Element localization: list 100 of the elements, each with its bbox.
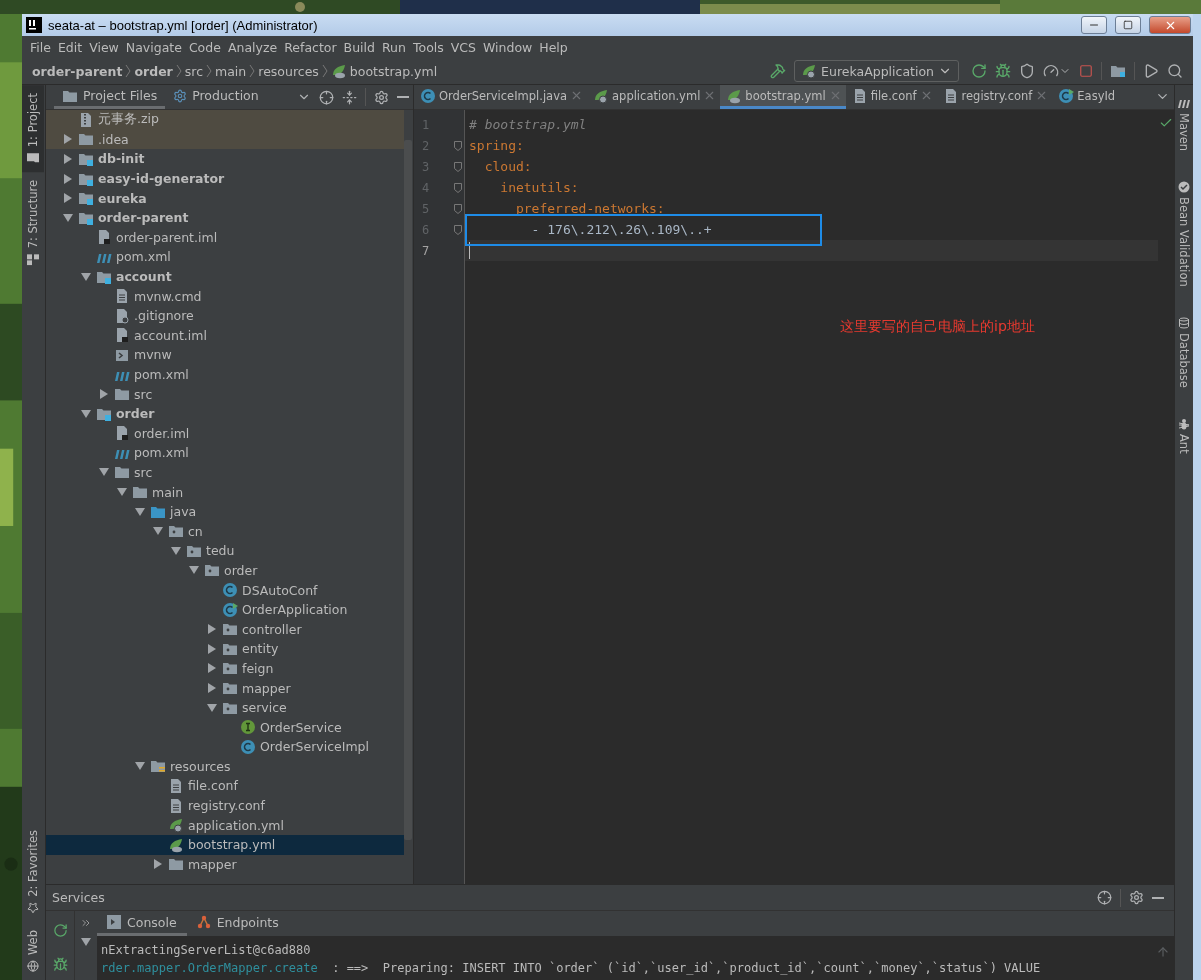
- view-tab[interactable]: Production: [165, 85, 267, 109]
- editor-tab[interactable]: OrderServiceImpl.java: [414, 85, 588, 109]
- breadcrumb[interactable]: src: [184, 63, 204, 79]
- module-file-icon: [114, 327, 130, 344]
- tree-item[interactable]: feign: [46, 658, 404, 679]
- tree-item[interactable]: OrderServiceImpl: [46, 737, 404, 757]
- menu-item[interactable]: View: [87, 39, 124, 55]
- console-tab[interactable]: Endpoints: [186, 911, 289, 936]
- class-icon: [222, 582, 238, 599]
- bug-icon: [995, 63, 1011, 79]
- tool-window-tab[interactable]: Web: [22, 921, 44, 980]
- crosshair-icon: [319, 89, 334, 105]
- tree-item[interactable]: src: [46, 462, 404, 483]
- tool-window-tab[interactable]: Database: [1175, 308, 1193, 396]
- menu-item[interactable]: Help: [537, 39, 573, 55]
- tree-item[interactable]: pom.xml: [46, 443, 404, 463]
- menu-item[interactable]: Analyze: [225, 39, 283, 55]
- tree-item[interactable]: mapper: [46, 854, 404, 875]
- breadcrumb[interactable]: order-parent: [32, 63, 123, 79]
- editor-tab[interactable]: application.yml: [587, 85, 721, 109]
- menu-item[interactable]: VCS: [448, 39, 481, 55]
- breadcrumb[interactable]: main: [215, 63, 247, 79]
- play-icon: [1143, 63, 1159, 79]
- stop-icon: [1079, 64, 1093, 78]
- tool-window-tab[interactable]: Maven: [1175, 89, 1193, 160]
- scrollbar[interactable]: [404, 140, 412, 840]
- tree-item[interactable]: 元事务.zip: [46, 110, 404, 130]
- interface-icon: [240, 719, 256, 736]
- tree-item[interactable]: order.iml: [46, 423, 404, 444]
- tree-item[interactable]: order-parent: [46, 207, 404, 228]
- tree-item[interactable]: order-parent.iml: [46, 227, 404, 248]
- tree-item[interactable]: service: [46, 697, 404, 718]
- module-folder-icon: [78, 151, 94, 167]
- text-file-icon: [168, 778, 184, 794]
- tree-item[interactable]: resources: [46, 756, 404, 777]
- more-icon: [80, 917, 92, 929]
- tree-item[interactable]: .gitignore: [46, 305, 404, 326]
- code-line: - 176\.212\.26\.109\..+: [530, 221, 713, 239]
- tree-item[interactable]: account: [46, 266, 404, 287]
- spring-class-icon: [1058, 87, 1075, 104]
- editor-tab[interactable]: EasyId: [1052, 85, 1120, 109]
- tree-item[interactable]: OrderService: [46, 717, 404, 737]
- breadcrumb-separator-icon: [249, 64, 256, 78]
- tree-item[interactable]: mapper: [46, 678, 404, 698]
- module-file-icon: [96, 229, 112, 246]
- tree-item[interactable]: java: [46, 501, 404, 522]
- tree-item[interactable]: cn: [46, 521, 404, 542]
- window-title: seata-at – bootstrap.yml [order] (Administrator): [48, 17, 319, 33]
- package-folder-icon: [222, 660, 238, 677]
- tree-item[interactable]: DSAutoConf: [46, 580, 404, 600]
- menu-item[interactable]: Edit: [55, 39, 88, 55]
- editor-tab[interactable]: file.conf: [845, 85, 937, 109]
- tree-item[interactable]: account.iml: [46, 325, 404, 346]
- tree-item[interactable]: .idea: [46, 129, 404, 150]
- tree-item[interactable]: db-init: [46, 149, 404, 169]
- tree-item[interactable]: application.yml: [46, 815, 404, 835]
- tool-window-tab[interactable]: 7: Structure: [22, 172, 44, 274]
- tree-item[interactable]: tedu: [46, 541, 404, 561]
- menu-item[interactable]: Code: [186, 39, 226, 55]
- editor-tab[interactable]: bootstrap.yml: [720, 85, 846, 109]
- menu-item[interactable]: File: [28, 39, 56, 55]
- menu-item[interactable]: Navigate: [123, 39, 187, 55]
- tree-item[interactable]: pom.xml: [46, 247, 404, 267]
- tree-item[interactable]: order: [46, 403, 404, 424]
- tool-window-tab[interactable]: Bean Validation: [1175, 173, 1193, 295]
- tree-item[interactable]: controller: [46, 619, 404, 640]
- minimize-button[interactable]: [1081, 16, 1107, 34]
- tool-window-tab[interactable]: Ant: [1175, 409, 1193, 462]
- tree-item[interactable]: bootstrap.yml: [46, 834, 404, 855]
- maximize-button[interactable]: [1115, 16, 1141, 34]
- run-configuration-dropdown[interactable]: EurekaApplication: [794, 60, 959, 82]
- tree-item[interactable]: entity: [46, 639, 404, 659]
- tree-item[interactable]: easy-id-generator: [46, 168, 404, 189]
- gauge-icon: [1043, 63, 1059, 79]
- menu-item[interactable]: Refactor: [282, 39, 342, 55]
- tree-item[interactable]: src: [46, 384, 404, 404]
- tree-item[interactable]: registry.conf: [46, 795, 404, 816]
- breadcrumb[interactable]: order: [134, 63, 173, 79]
- menu-item[interactable]: Window: [481, 39, 538, 55]
- tree-item[interactable]: mvnw: [46, 345, 404, 365]
- menu-item[interactable]: Tools: [410, 39, 449, 55]
- tree-item[interactable]: main: [46, 482, 404, 502]
- tree-item[interactable]: pom.xml: [46, 364, 404, 385]
- tool-window-tab[interactable]: 1: Project: [22, 85, 44, 173]
- menu-item[interactable]: Run: [380, 39, 411, 55]
- rerun-icon: [971, 63, 987, 79]
- module-file-icon: [114, 425, 130, 442]
- close-button[interactable]: [1149, 16, 1191, 34]
- tree-item[interactable]: eureka: [46, 188, 404, 208]
- tree-item[interactable]: file.conf: [46, 776, 404, 796]
- tree-item[interactable]: order: [46, 560, 404, 581]
- tree-item[interactable]: mvnw.cmd: [46, 286, 404, 306]
- tool-window-tab[interactable]: 2: Favorites: [22, 822, 44, 922]
- tree-item[interactable]: OrderApplication: [46, 599, 404, 620]
- folder-icon: [168, 856, 184, 873]
- breadcrumb[interactable]: bootstrap.yml: [330, 63, 438, 79]
- editor-tab[interactable]: registry.conf: [936, 85, 1053, 109]
- menu-item[interactable]: Build: [341, 39, 380, 55]
- leaf-cloud-icon: [726, 87, 743, 104]
- breadcrumb[interactable]: resources: [258, 63, 319, 79]
